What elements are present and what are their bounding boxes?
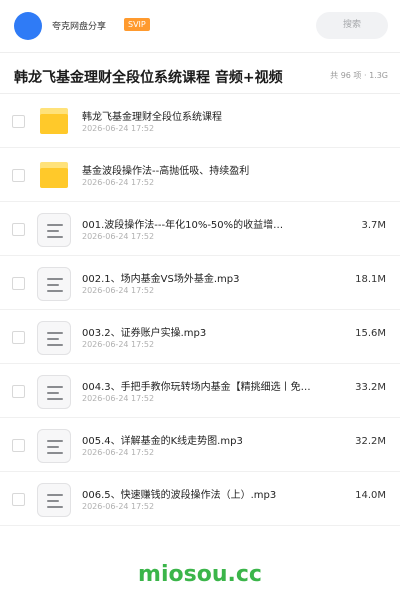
list-item[interactable]: 004.3、手把手教你玩转场内基金【精挑细选丨免费… 2026-06-24 17… <box>0 364 400 418</box>
file-date: 2026-06-24 17:52 <box>82 232 155 241</box>
document-icon <box>37 429 71 463</box>
select-checkbox[interactable] <box>12 493 25 506</box>
file-size: 15.6M <box>355 328 386 339</box>
list-item[interactable]: 005.4、详解基金的K线走势图.mp3 2026-06-24 17:52 32… <box>0 418 400 472</box>
file-date: 2026-06-24 17:52 <box>82 178 155 187</box>
list-item[interactable]: 001.波段操作法---年化10%-50%的收益增… 2026-06-24 17… <box>0 202 400 256</box>
avatar[interactable] <box>14 12 42 40</box>
file-list: 韩龙飞基金理财全段位系统课程 2026-06-24 17:52 基金波段操作法-… <box>0 94 400 526</box>
file-date: 2026-06-24 17:52 <box>82 286 155 295</box>
file-date: 2026-06-24 17:52 <box>82 448 155 457</box>
file-size: 32.2M <box>355 436 386 447</box>
file-date: 2026-06-24 17:52 <box>82 502 155 511</box>
select-checkbox[interactable] <box>12 169 25 182</box>
list-item[interactable]: 006.5、快速赚钱的波段操作法（上）.mp3 2026-06-24 17:52… <box>0 472 400 526</box>
select-checkbox[interactable] <box>12 439 25 452</box>
file-date: 2026-06-24 17:52 <box>82 340 155 349</box>
list-item[interactable]: 韩龙飞基金理财全段位系统课程 2026-06-24 17:52 <box>0 94 400 148</box>
list-item[interactable]: 002.1、场内基金VS场外基金.mp3 2026-06-24 17:52 18… <box>0 256 400 310</box>
file-date: 2026-06-24 17:52 <box>82 394 155 403</box>
select-checkbox[interactable] <box>12 223 25 236</box>
file-date: 2026-06-24 17:52 <box>82 124 155 133</box>
file-size: 33.2M <box>355 382 386 393</box>
select-checkbox[interactable] <box>12 277 25 290</box>
document-icon <box>37 213 71 247</box>
folder-icon <box>40 108 68 134</box>
file-name[interactable]: 004.3、手把手教你玩转场内基金【精挑细选丨免费… <box>82 378 312 393</box>
search-input[interactable]: 搜索 <box>316 12 388 39</box>
watermark: miosou.cc <box>138 562 262 587</box>
folder-icon <box>40 162 68 188</box>
select-checkbox[interactable] <box>12 331 25 344</box>
top-bar: 夸克网盘分享 SVIP 搜索 <box>0 0 400 52</box>
file-name[interactable]: 韩龙飞基金理财全段位系统课程 <box>82 108 312 123</box>
document-icon <box>37 267 71 301</box>
file-size: 14.0M <box>355 490 386 501</box>
file-name[interactable]: 基金波段操作法--高抛低吸、持续盈利 <box>82 162 312 177</box>
file-name[interactable]: 002.1、场内基金VS场外基金.mp3 <box>82 270 312 285</box>
page-title: 韩龙飞基金理财全段位系统课程 音频+视频 <box>14 70 283 86</box>
folder-title-bar: 韩龙飞基金理财全段位系统课程 音频+视频 共 96 项 · 1.3G <box>0 53 400 93</box>
list-item[interactable]: 003.2、证券账户实操.mp3 2026-06-24 17:52 15.6M <box>0 310 400 364</box>
file-size: 18.1M <box>355 274 386 285</box>
document-icon <box>37 483 71 517</box>
select-checkbox[interactable] <box>12 115 25 128</box>
file-name[interactable]: 003.2、证券账户实操.mp3 <box>82 324 312 339</box>
select-checkbox[interactable] <box>12 385 25 398</box>
document-icon <box>37 375 71 409</box>
file-name[interactable]: 001.波段操作法---年化10%-50%的收益增… <box>82 216 312 231</box>
file-name[interactable]: 006.5、快速赚钱的波段操作法（上）.mp3 <box>82 486 312 501</box>
list-item[interactable]: 基金波段操作法--高抛低吸、持续盈利 2026-06-24 17:52 <box>0 148 400 202</box>
item-count-size: 共 96 项 · 1.3G <box>330 71 388 80</box>
document-icon <box>37 321 71 355</box>
file-name[interactable]: 005.4、详解基金的K线走势图.mp3 <box>82 432 312 447</box>
svip-badge: SVIP <box>124 18 150 31</box>
file-size: 3.7M <box>361 220 386 231</box>
share-username: 夸克网盘分享 <box>52 22 107 32</box>
